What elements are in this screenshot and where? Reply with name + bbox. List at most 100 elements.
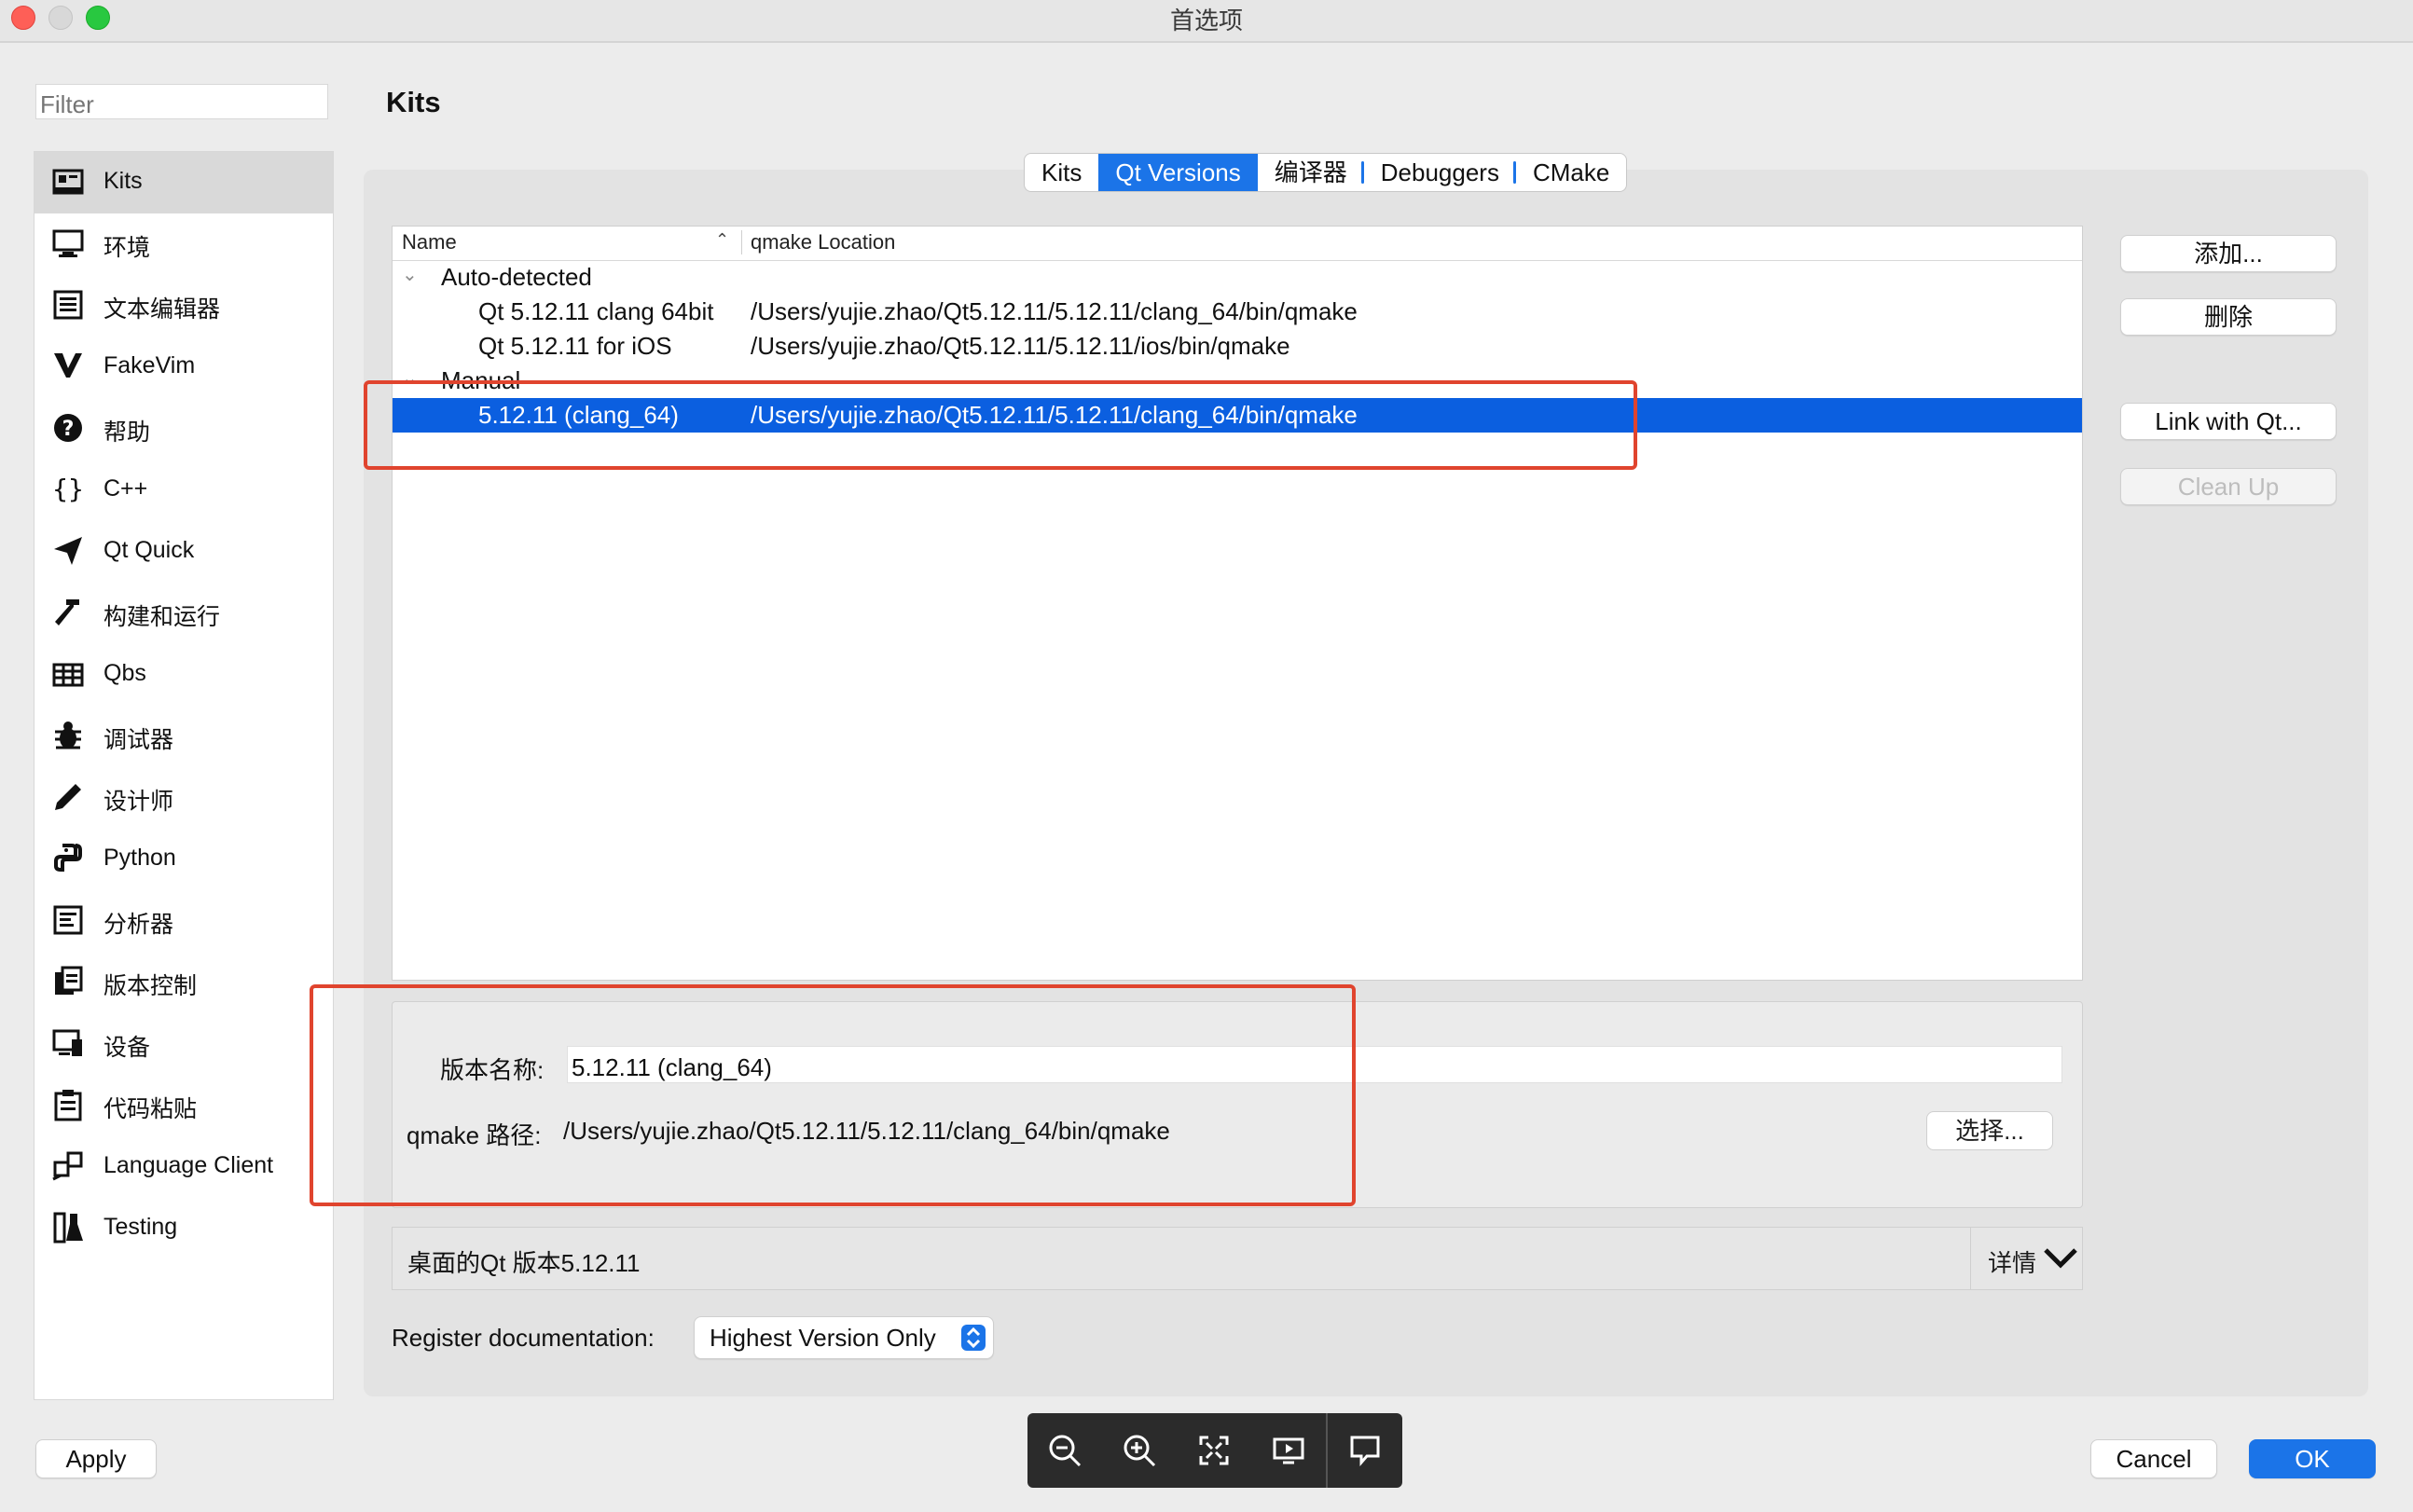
fakevim-icon [51, 350, 85, 383]
version-name: Qt 5.12.11 clang 64bit [478, 297, 714, 325]
bug-icon [51, 719, 85, 752]
register-documentation-select[interactable]: Highest Version Only [694, 1316, 994, 1359]
sidebar-item-help[interactable]: ? 帮助 [34, 398, 333, 460]
fit-screen-icon[interactable] [1195, 1432, 1233, 1469]
sidebar-item-label: 构建和运行 [103, 604, 221, 630]
sidebar-item-label: Python [103, 845, 176, 871]
ok-button[interactable]: OK [2249, 1439, 2376, 1478]
present-icon[interactable] [1270, 1432, 1307, 1469]
tab-debuggers[interactable]: Debuggers [1364, 154, 1517, 191]
version-name: Qt 5.12.11 for iOS [478, 332, 672, 360]
text-editor-icon [51, 288, 85, 322]
up-down-arrows-icon [961, 1325, 986, 1351]
select-value: Highest Version Only [710, 1324, 936, 1352]
add-button[interactable]: 添加... [2120, 235, 2337, 272]
sidebar-item-debugger[interactable]: 调试器 [34, 706, 333, 767]
tab-bar: Kits Qt Versions 编译器 Debuggers CMake [1024, 153, 1628, 192]
sidebar-item-label: Language Client [103, 1152, 274, 1178]
comment-icon[interactable] [1346, 1432, 1384, 1469]
sidebar-item-kits[interactable]: Kits [34, 152, 333, 213]
toolbar-divider [1326, 1413, 1328, 1488]
details-button[interactable]: 详情 [1970, 1228, 2083, 1289]
sidebar-item-label: 代码粘贴 [103, 1096, 198, 1122]
sidebar-item-fakevim[interactable]: FakeVim [34, 337, 333, 398]
sidebar-item-label: 调试器 [103, 727, 174, 753]
sidebar-item-devices[interactable]: 设备 [34, 1013, 333, 1075]
sidebar-item-environment[interactable]: 环境 [34, 213, 333, 275]
tab-compilers[interactable]: 编译器 [1258, 154, 1364, 191]
sidebar-item-label: 文本编辑器 [103, 296, 221, 323]
sidebar-item-label: Qt Quick [103, 537, 195, 563]
language-client-icon [51, 1149, 85, 1183]
hammer-icon [51, 596, 85, 629]
details-label: 详情 [1988, 1249, 2037, 1277]
python-icon [51, 842, 85, 875]
chevron-down-icon[interactable]: ⌄ [402, 263, 418, 286]
sidebar-item-label: 设计师 [103, 789, 174, 815]
group-label: Auto-detected [441, 263, 592, 291]
pencil-icon [51, 780, 85, 814]
sidebar-item-label: 环境 [103, 235, 151, 261]
sidebar-item-cpp[interactable]: {} C++ [34, 460, 333, 521]
sidebar-item-label: Testing [103, 1214, 178, 1240]
sidebar-item-label: C++ [103, 475, 148, 502]
sidebar-item-designer[interactable]: 设计师 [34, 767, 333, 829]
tab-kits[interactable]: Kits [1025, 154, 1098, 191]
sidebar-item-label: Qbs [103, 660, 146, 686]
analyzer-icon [51, 903, 85, 937]
sidebar-item-build-run[interactable]: 构建和运行 [34, 583, 333, 644]
sidebar-item-version-control[interactable]: 版本控制 [34, 952, 333, 1013]
annotation-highlight-detail [310, 984, 1356, 1206]
qmake-location: /Users/yujie.zhao/Qt5.12.11/5.12.11/ios/… [751, 332, 1290, 360]
tree-header: Name ⌃ qmake Location [393, 227, 2082, 261]
sidebar-item-qbs[interactable]: Qbs [34, 644, 333, 706]
sidebar-item-python[interactable]: Python [34, 829, 333, 890]
page-title: Kits [386, 86, 441, 118]
svg-text:?: ? [62, 418, 75, 441]
qt-versions-tree[interactable]: Name ⌃ qmake Location ⌄ Auto-detected Qt… [392, 226, 2083, 981]
apply-button[interactable]: Apply [35, 1439, 157, 1478]
braces-icon: {} [52, 474, 84, 504]
remove-button[interactable]: 删除 [2120, 298, 2337, 336]
environment-icon [51, 227, 85, 260]
tab-cmake[interactable]: CMake [1516, 154, 1626, 191]
sidebar: Kits 环境 文本编辑器 FakeVim ? 帮助 {} C++ Qt Qui… [34, 151, 334, 1400]
zoom-out-icon[interactable] [1046, 1432, 1083, 1469]
annotation-highlight-selected-row [364, 380, 1637, 470]
table-row[interactable]: Qt 5.12.11 clang 64bit /Users/yujie.zhao… [393, 295, 2082, 329]
cancel-button[interactable]: Cancel [2090, 1439, 2217, 1478]
sidebar-item-label: FakeVim [103, 352, 196, 378]
sidebar-item-qt-quick[interactable]: Qt Quick [34, 521, 333, 583]
floating-viewer-toolbar [1027, 1413, 1402, 1488]
help-icon: ? [51, 411, 85, 445]
sidebar-item-label: Kits [103, 168, 143, 194]
zoom-in-icon[interactable] [1121, 1432, 1158, 1469]
choose-button[interactable]: 选择... [1926, 1111, 2053, 1150]
qmake-location: /Users/yujie.zhao/Qt5.12.11/5.12.11/clan… [751, 297, 1358, 325]
chevron-down-icon [2042, 1243, 2079, 1279]
info-text: 桌面的Qt 版本5.12.11 [407, 1249, 641, 1277]
column-divider[interactable] [741, 230, 742, 254]
sidebar-item-code-paste[interactable]: 代码粘贴 [34, 1075, 333, 1136]
tab-qt-versions[interactable]: Qt Versions [1098, 154, 1258, 191]
sidebar-item-label: 帮助 [103, 419, 151, 446]
title-bar: 首选项 [0, 0, 2413, 43]
table-row[interactable]: Qt 5.12.11 for iOS /Users/yujie.zhao/Qt5… [393, 329, 2082, 364]
filter-input[interactable] [35, 84, 328, 119]
clean-up-button[interactable]: Clean Up [2120, 468, 2337, 505]
kits-icon [51, 165, 85, 199]
sort-ascending-icon: ⌃ [715, 230, 730, 249]
info-bar: 桌面的Qt 版本5.12.11 详情 [392, 1227, 2083, 1290]
tree-group-auto-detected[interactable]: ⌄ Auto-detected [393, 260, 2082, 295]
sidebar-item-testing[interactable]: Testing [34, 1198, 333, 1259]
window-title: 首选项 [1169, 7, 1243, 34]
column-header-qmake-location[interactable]: qmake Location [751, 230, 895, 254]
device-icon [51, 1026, 85, 1060]
link-with-qt-button[interactable]: Link with Qt... [2120, 403, 2337, 440]
sidebar-item-text-editor[interactable]: 文本编辑器 [34, 275, 333, 337]
sidebar-item-analyzer[interactable]: 分析器 [34, 890, 333, 952]
register-documentation-label: Register documentation: [392, 1324, 655, 1352]
column-header-name[interactable]: Name [402, 230, 457, 254]
version-control-icon [51, 965, 85, 998]
sidebar-item-language-client[interactable]: Language Client [34, 1136, 333, 1198]
